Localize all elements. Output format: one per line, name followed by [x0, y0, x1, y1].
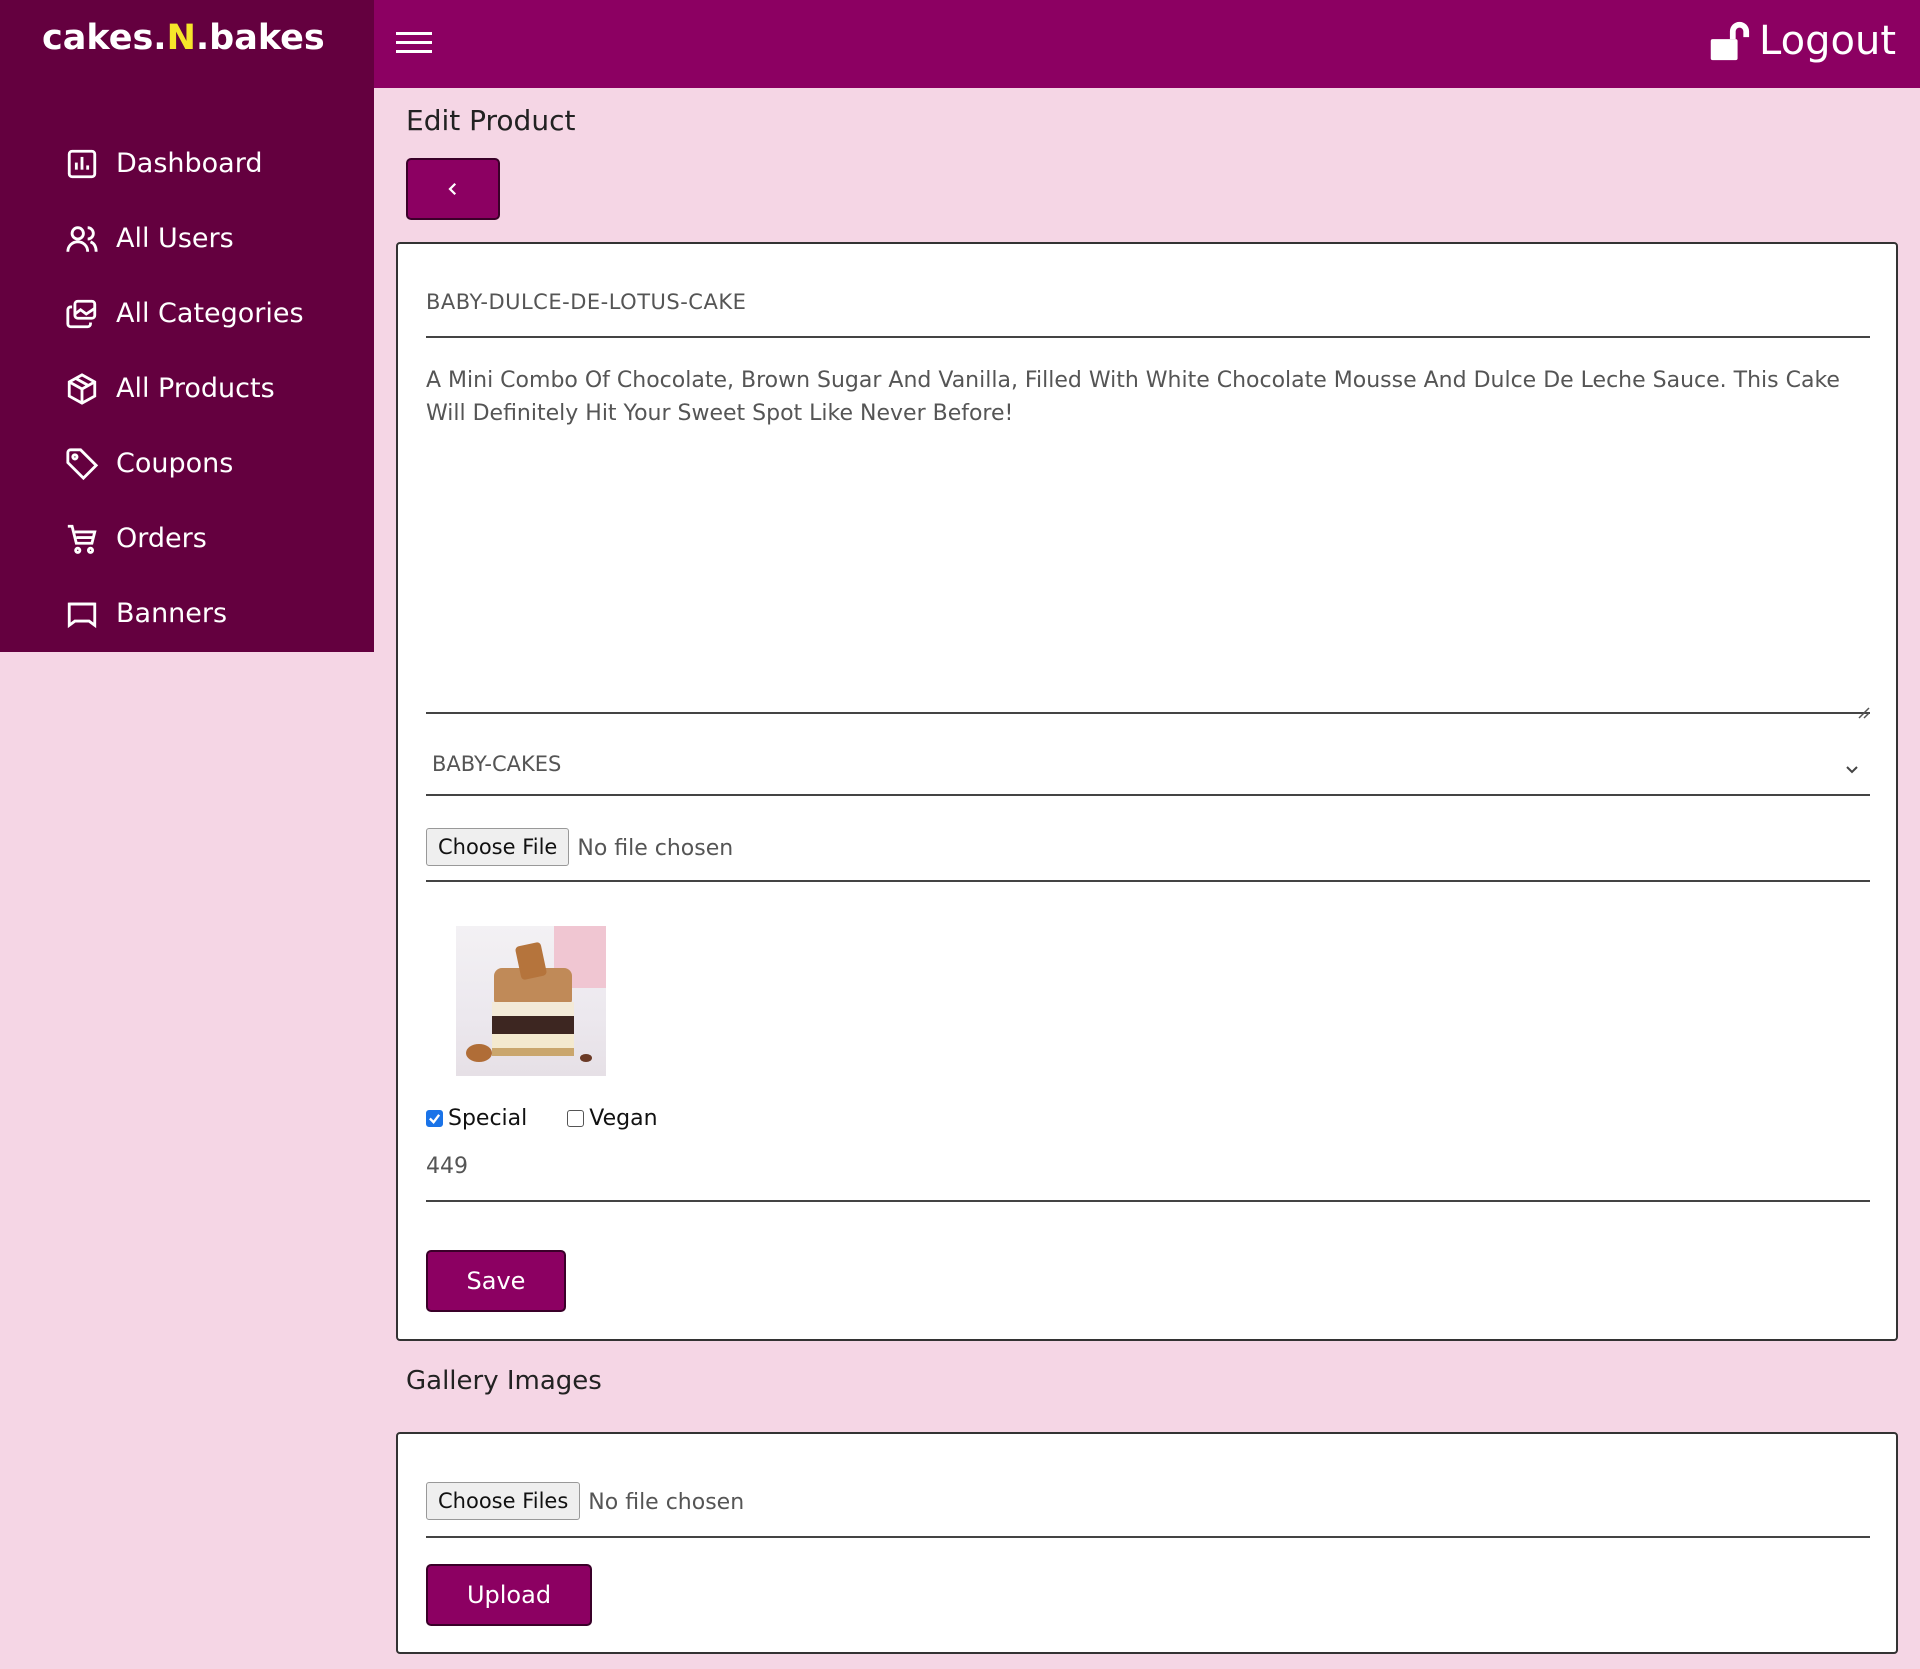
product-description-textarea[interactable]: A Mini Combo Of Chocolate, Brown Sugar A…: [426, 364, 1870, 719]
upload-button[interactable]: Upload: [426, 1564, 592, 1626]
description-line-1: A Mini Combo Of Chocolate, Brown Sugar A…: [426, 368, 1840, 393]
sidebar-item-categories[interactable]: All Categories: [0, 276, 374, 351]
checkbox-checked-icon: [426, 1110, 443, 1127]
sidebar-item-users[interactable]: All Users: [0, 201, 374, 276]
sidebar: cakes.N.bakes Dashboard All Users All Ca…: [0, 0, 374, 652]
vegan-checkbox[interactable]: Vegan: [567, 1106, 658, 1131]
sidebar-item-banners[interactable]: Banners: [0, 576, 374, 651]
brand-part-2: N: [166, 18, 196, 58]
product-image-preview: [456, 926, 606, 1076]
sidebar-item-label: All Users: [116, 223, 234, 254]
sidebar-item-label: Coupons: [116, 448, 234, 479]
gallery-section-title: Gallery Images: [406, 1366, 602, 1396]
chevron-left-icon: [448, 182, 457, 196]
layers-icon: [64, 296, 100, 332]
special-checkbox[interactable]: Special: [426, 1106, 527, 1131]
save-button[interactable]: Save: [426, 1250, 566, 1312]
product-image-file-input: Choose File No file chosen: [426, 822, 1870, 882]
logout-button[interactable]: Logout: [1705, 18, 1896, 64]
top-bar: Logout: [374, 0, 1920, 88]
product-name-input[interactable]: BABY-DULCE-DE-LOTUS-CAKE: [426, 282, 1870, 338]
unlock-icon: [1710, 21, 1750, 61]
back-button[interactable]: [406, 158, 500, 220]
brand-logo[interactable]: cakes.N.bakes: [42, 18, 325, 58]
sidebar-item-label: Dashboard: [116, 148, 263, 179]
sidebar-item-label: All Categories: [116, 298, 304, 329]
gallery-file-input: Choose Files No file chosen: [426, 1476, 1870, 1538]
category-select[interactable]: BABY-CAKES: [426, 712, 1870, 796]
tag-icon: [64, 446, 100, 482]
logout-label: Logout: [1759, 18, 1896, 64]
hamburger-icon[interactable]: [396, 26, 432, 62]
file-status: No file chosen: [577, 836, 734, 861]
choose-files-button[interactable]: Choose Files: [426, 1482, 581, 1520]
sidebar-item-orders[interactable]: Orders: [0, 501, 374, 576]
checkbox-unchecked-icon: [567, 1110, 585, 1127]
sidebar-item-label: Banners: [116, 598, 228, 629]
banner-icon: [64, 596, 100, 632]
sidebar-item-label: All Products: [116, 373, 275, 404]
edit-product-form: BABY-DULCE-DE-LOTUS-CAKE A Mini Combo Of…: [396, 242, 1898, 1341]
chevron-down-icon: [1844, 758, 1860, 774]
resize-handle-icon[interactable]: [1856, 696, 1870, 719]
brand-part-1: cakes.: [42, 18, 167, 58]
vegan-label: Vegan: [589, 1106, 658, 1131]
page-title: Edit Product: [406, 104, 576, 137]
gallery-upload-form: Choose Files No file chosen Upload: [396, 1432, 1898, 1654]
sidebar-nav: Dashboard All Users All Categories All P…: [0, 126, 374, 651]
brand-part-3: .bakes: [195, 18, 325, 58]
users-icon: [64, 221, 100, 257]
box-icon: [64, 371, 100, 407]
sidebar-item-dashboard[interactable]: Dashboard: [0, 126, 374, 201]
sidebar-item-coupons[interactable]: Coupons: [0, 426, 374, 501]
product-flags: Special Vegan: [426, 1106, 698, 1131]
cart-icon: [64, 521, 100, 557]
bar-chart-icon: [64, 146, 100, 182]
special-label: Special: [448, 1106, 528, 1131]
gallery-file-status: No file chosen: [588, 1490, 745, 1515]
sidebar-item-products[interactable]: All Products: [0, 351, 374, 426]
category-selected-value: BABY-CAKES: [432, 752, 562, 776]
choose-file-button[interactable]: Choose File: [426, 828, 570, 866]
price-input[interactable]: 449: [426, 1144, 1870, 1202]
description-line-2: Will Definitely Hit Your Sweet Spot Like…: [426, 401, 1014, 426]
sidebar-item-label: Orders: [116, 523, 207, 554]
